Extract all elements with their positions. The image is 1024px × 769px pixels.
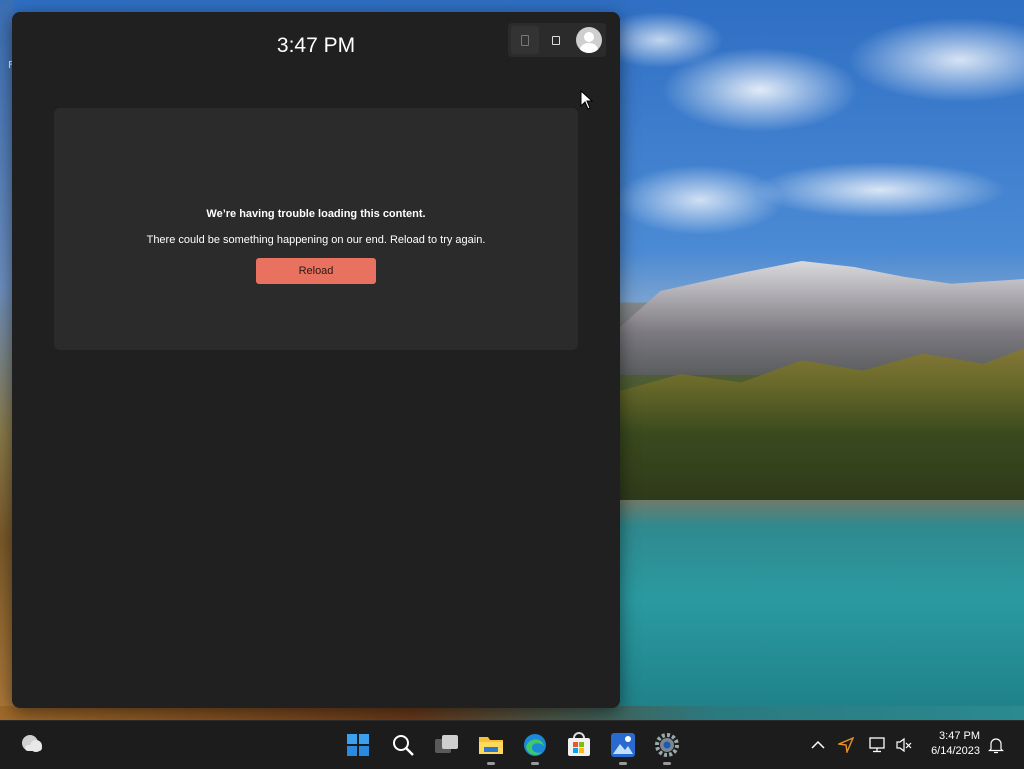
folder-icon <box>479 737 503 754</box>
file-explorer-button[interactable] <box>477 731 505 765</box>
error-message: There could be something happening on ou… <box>146 234 486 246</box>
running-indicator <box>663 762 671 765</box>
user-avatar[interactable] <box>576 27 602 53</box>
store-icon <box>568 732 590 756</box>
settings-button[interactable] <box>653 731 681 765</box>
tray-date: 6/14/2023 <box>931 745 980 757</box>
gear-icon <box>655 733 679 757</box>
taskbar: 3:47 PM 6/14/2023 <box>0 720 1024 769</box>
running-indicator <box>619 762 627 765</box>
search-icon <box>393 735 414 756</box>
widget-tab-button[interactable] <box>511 26 539 54</box>
widget-tab-button[interactable] <box>542 26 570 54</box>
reload-button[interactable]: Reload <box>256 258 376 284</box>
wallpaper-mountain <box>620 261 1024 375</box>
location-icon <box>838 737 854 753</box>
widgets-panel: 3:47 PM We’re having trouble loading thi… <box>12 12 620 708</box>
start-button[interactable] <box>344 731 372 759</box>
edge-icon <box>524 734 546 756</box>
widget-tab-icon <box>521 34 529 46</box>
wallpaper-lake <box>620 500 1024 720</box>
error-title: We’re having trouble loading this conten… <box>206 208 426 220</box>
wallpaper-bottom-edge <box>0 706 1024 720</box>
tray-clock[interactable]: 3:47 PM 6/14/2023 <box>931 729 980 759</box>
task-view-icon <box>435 735 458 753</box>
task-view-button[interactable] <box>433 731 461 759</box>
photos-icon <box>611 733 635 757</box>
speaker-muted-icon <box>896 737 912 753</box>
weather-cloud-icon <box>22 735 42 752</box>
network-icon <box>869 737 885 753</box>
notification-center-button[interactable] <box>984 731 1008 759</box>
search-button[interactable] <box>389 731 417 759</box>
location-tray-button[interactable] <box>834 731 858 759</box>
error-card: We’re having trouble loading this conten… <box>54 108 578 350</box>
weather-widget-button[interactable] <box>18 729 46 757</box>
edge-button[interactable] <box>521 731 549 765</box>
volume-tray-button[interactable] <box>892 731 916 759</box>
notification-icon <box>988 738 1004 754</box>
chevron-up-icon <box>811 740 825 749</box>
photos-button[interactable] <box>609 731 637 765</box>
windows-logo-icon <box>347 734 369 756</box>
mouse-cursor-icon <box>580 90 594 110</box>
widget-tab-icon <box>552 35 560 45</box>
running-indicator <box>531 762 539 765</box>
network-tray-button[interactable] <box>866 731 890 759</box>
widgets-toolbar <box>508 23 606 57</box>
tray-time: 3:47 PM <box>939 730 980 742</box>
show-hidden-icons-button[interactable] <box>806 731 830 759</box>
running-indicator <box>487 762 495 765</box>
store-button[interactable] <box>565 731 593 759</box>
